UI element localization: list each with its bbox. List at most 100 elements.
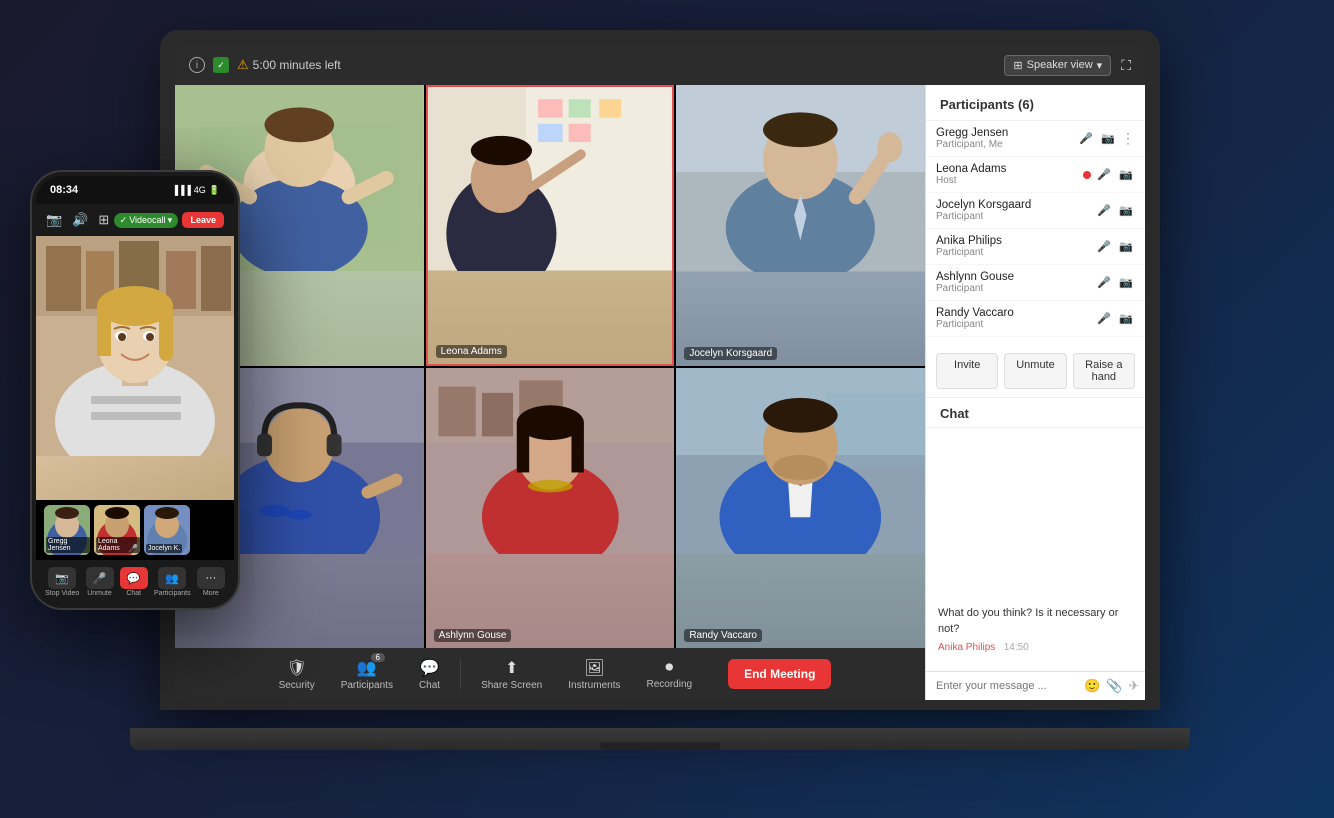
- participant-name-gregg: Gregg Jensen: [936, 127, 1077, 139]
- cell-label-6: Randy Vaccaro: [684, 629, 762, 642]
- attachment-icon[interactable]: 📎: [1106, 678, 1122, 694]
- warning-icon: ⚠: [237, 57, 249, 73]
- video-call-app: i ✓ ⚠ 5:00 minutes left ⊞ Speaker view: [175, 45, 1145, 700]
- mic-muted-icon-gregg: 🎤: [1077, 130, 1095, 148]
- participant-role-randy: Participant: [936, 319, 1095, 330]
- laptop-base: [130, 728, 1190, 750]
- chat-area: What do you think? Is it necessary or no…: [926, 428, 1145, 672]
- participants-phone-button[interactable]: 👥 Participants: [154, 567, 191, 597]
- phone-nav-bar: 📷 🔊 ⊞ ✓ Videocall ▾ Leave: [36, 204, 234, 236]
- cell-label-2: Leona Adams: [436, 345, 507, 358]
- recording-label: Recording: [646, 679, 692, 690]
- check-icon: ✓: [120, 215, 128, 226]
- participants-count-badge: 6: [371, 653, 385, 662]
- participant-role-leona: Host: [936, 175, 1083, 186]
- video-main-area: Leona Adams: [175, 85, 1145, 700]
- chat-message-time: 14:50: [1004, 642, 1029, 653]
- share-screen-button[interactable]: ⬆ Share Screen: [471, 654, 552, 695]
- mic-icon-randy: 🎤: [1095, 310, 1113, 328]
- phone-thumb-leona: Leona Adams 🎤: [94, 505, 140, 555]
- chat-phone-icon: 💬: [120, 567, 148, 589]
- participant-item-leona: Leona Adams Host 🎤 📷: [926, 157, 1145, 193]
- video-toolbar: 🛡 Security 👥 6 Participants: [175, 648, 925, 700]
- emoji-icon[interactable]: 🙂: [1084, 678, 1100, 694]
- audio-nav-icon[interactable]: 🔊: [72, 212, 88, 228]
- send-icon[interactable]: ✈: [1128, 678, 1139, 694]
- video-cell-2: Leona Adams: [426, 85, 675, 366]
- security-button[interactable]: 🛡 Security: [269, 654, 325, 695]
- recording-button[interactable]: ⏺ Recording: [636, 655, 702, 694]
- participant-role-ashlynn: Participant: [936, 283, 1095, 294]
- phone-main-video: [36, 236, 234, 500]
- battery-icon: 🔋: [209, 185, 220, 196]
- participant-name-ashlynn: Ashlynn Gouse: [936, 271, 1095, 283]
- chat-message: What do you think? Is it necessary or no…: [938, 606, 1133, 655]
- participant-item-gregg: Gregg Jensen Participant, Me 🎤 📷 ⋮: [926, 121, 1145, 157]
- right-sidebar: Participants (6) Gregg Jensen Participan…: [925, 85, 1145, 700]
- participant-role-anika: Participant: [936, 247, 1095, 258]
- participant-name-jocelyn: Jocelyn Korsgaard: [936, 199, 1095, 211]
- stop-video-label: Stop Video: [45, 590, 79, 597]
- chat-phone-button[interactable]: 💬 Chat: [120, 567, 148, 597]
- fullscreen-button[interactable]: ⛶: [1121, 57, 1131, 74]
- more-options-gregg[interactable]: ⋮: [1121, 130, 1135, 147]
- participants-label: Participants: [341, 680, 393, 691]
- chat-input[interactable]: [936, 680, 1078, 692]
- video-grid: Leona Adams: [175, 85, 925, 648]
- participant-role-gregg: Participant, Me: [936, 139, 1077, 150]
- participant-item-jocelyn: Jocelyn Korsgaard Participant 🎤 📷: [926, 193, 1145, 229]
- mic-icon-jocelyn: 🎤: [1095, 202, 1113, 220]
- stop-video-button[interactable]: 📷 Stop Video: [45, 567, 79, 597]
- instruments-button[interactable]: 🖼 Instruments: [558, 654, 630, 695]
- videocall-badge: ✓ Videocall ▾: [114, 213, 178, 228]
- cell-label-5: Ashlynn Gouse: [434, 629, 512, 642]
- chat-button[interactable]: 💬 Chat: [409, 654, 450, 695]
- speaker-view-button[interactable]: ⊞ Speaker view: [1004, 55, 1111, 76]
- unmute-button[interactable]: Unmute: [1004, 353, 1066, 389]
- unmute-phone-label: Unmute: [87, 590, 112, 597]
- phone-thumbnails: Gregg Jensen Leona Adams 🎤: [36, 500, 234, 560]
- cell-label-3: Jocelyn Korsgaard: [684, 347, 777, 360]
- sidebar-action-buttons: Invite Unmute Raise a hand: [926, 345, 1145, 398]
- unmute-phone-button[interactable]: 🎤 Unmute: [86, 567, 114, 597]
- end-meeting-button[interactable]: End Meeting: [728, 659, 831, 689]
- participants-header: Participants (6): [926, 85, 1145, 121]
- phone-thumb-gregg: Gregg Jensen: [44, 505, 90, 555]
- laptop-device: i ✓ ⚠ 5:00 minutes left ⊞ Speaker view: [160, 30, 1160, 750]
- more-phone-button[interactable]: ··· More: [197, 567, 225, 597]
- phone-device: 08:34 ▐▐▐ 4G 🔋 📷 🔊 ⊞ ✓ Videocall ▾: [30, 170, 240, 610]
- chat-phone-label: Chat: [126, 590, 141, 597]
- participants-button[interactable]: 👥 6 Participants: [331, 654, 403, 695]
- participant-list: Gregg Jensen Participant, Me 🎤 📷 ⋮: [926, 121, 1145, 345]
- instruments-icon: 🖼: [584, 658, 604, 678]
- grid-nav-icon[interactable]: ⊞: [98, 212, 109, 228]
- invite-button[interactable]: Invite: [936, 353, 998, 389]
- signal-icon: ▐▐▐: [172, 185, 191, 195]
- topbar-right: ⊞ Speaker view ⛶: [1004, 55, 1131, 76]
- laptop-body: i ✓ ⚠ 5:00 minutes left ⊞ Speaker view: [160, 30, 1160, 710]
- video-icon-jocelyn: 📷: [1117, 202, 1135, 220]
- mic-icon-anika: 🎤: [1095, 238, 1113, 256]
- participant-role-jocelyn: Participant: [936, 211, 1095, 222]
- video-icon-leona: 📷: [1117, 166, 1135, 184]
- stop-video-icon: 📷: [48, 567, 76, 589]
- camera-nav-icon[interactable]: 📷: [46, 212, 62, 228]
- instruments-label: Instruments: [568, 680, 620, 691]
- chat-input-area: 🙂 📎 ✈: [926, 671, 1145, 700]
- leave-button[interactable]: Leave: [182, 212, 224, 228]
- phone-screen: 08:34 ▐▐▐ 4G 🔋 📷 🔊 ⊞ ✓ Videocall ▾: [36, 176, 234, 604]
- video-cell-5: Ashlynn Gouse: [426, 368, 675, 649]
- participant-item-ashlynn: Ashlynn Gouse Participant 🎤 📷: [926, 265, 1145, 301]
- video-icon-randy: 📷: [1117, 310, 1135, 328]
- raise-hand-button[interactable]: Raise a hand: [1073, 353, 1135, 389]
- participant-item-anika: Anika Philips Participant 🎤 📷: [926, 229, 1145, 265]
- video-icon-ashlynn: 📷: [1117, 274, 1135, 292]
- video-cell-6: Randy Vaccaro: [676, 368, 925, 649]
- mic-indicator-leona: 🎤: [128, 544, 138, 553]
- recording-dot-leona: [1083, 171, 1091, 179]
- video-topbar: i ✓ ⚠ 5:00 minutes left ⊞ Speaker view: [175, 45, 1145, 85]
- info-icon[interactable]: i: [189, 57, 205, 73]
- chat-section-label: Chat: [926, 398, 1145, 428]
- participants-phone-label: Participants: [154, 590, 191, 597]
- phone-nav-icons: 📷 🔊 ⊞: [46, 212, 109, 228]
